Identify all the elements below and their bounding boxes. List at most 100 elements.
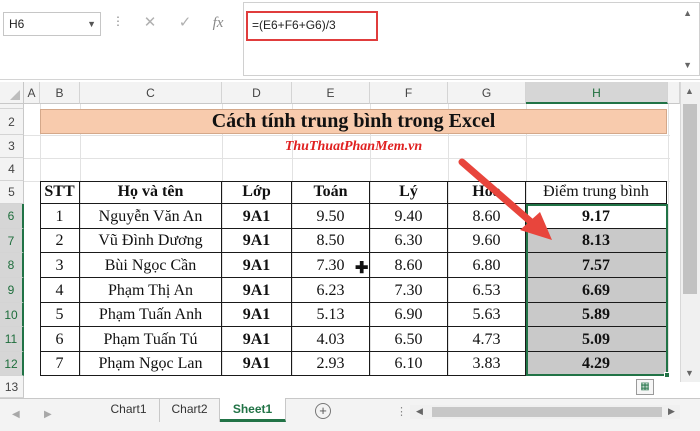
row-header-9[interactable]: 9 [0, 278, 24, 303]
cell-name[interactable]: Bùi Ngọc Cần [80, 253, 222, 278]
cell-class[interactable]: 9A1 [222, 327, 292, 352]
sheet-nav-right-icon[interactable]: ▶ [44, 409, 52, 420]
cell-physics[interactable]: 6.10 [370, 352, 448, 376]
cell-stt[interactable]: 6 [40, 327, 80, 352]
column-header-c[interactable]: C [80, 82, 222, 104]
row-header-11[interactable]: 11 [0, 327, 24, 352]
cell-physics[interactable]: 6.50 [370, 327, 448, 352]
cell-math[interactable]: 2.93 [292, 352, 370, 376]
watermark-subtitle[interactable]: ThuThuatPhanMem.vn [40, 136, 667, 158]
cell-physics[interactable]: 7.30 [370, 278, 448, 303]
cell-chemistry[interactable]: 6.80 [448, 253, 526, 278]
header-physics[interactable]: Lý [370, 181, 448, 204]
fill-handle[interactable] [664, 372, 670, 378]
quick-analysis-icon[interactable]: ▦ [636, 379, 654, 395]
chevron-down-icon[interactable]: ▼ [87, 13, 96, 35]
chevron-up-icon[interactable]: ▲ [683, 8, 692, 18]
header-chemistry[interactable]: Hóa [448, 181, 526, 204]
cell-physics[interactable]: 9.40 [370, 204, 448, 229]
cell-average[interactable]: 7.57 [526, 253, 667, 278]
cell-average[interactable]: 5.09 [526, 327, 667, 352]
scroll-down-icon[interactable]: ▼ [685, 368, 694, 378]
cell-average[interactable]: 9.17 [526, 204, 667, 229]
cell-average[interactable]: 5.89 [526, 303, 667, 327]
column-header-e[interactable]: E [292, 82, 370, 104]
cell-name[interactable]: Phạm Thị An [80, 278, 222, 303]
sheet-title[interactable]: Cách tính trung bình trong Excel [40, 109, 667, 134]
sheet-nav-left-icon[interactable]: ◀ [12, 409, 20, 420]
cell-math[interactable]: 4.03 [292, 327, 370, 352]
tab-sheet1[interactable]: Sheet1 [220, 398, 286, 422]
row-header-12[interactable]: 12 [0, 352, 24, 376]
cell-chemistry[interactable]: 6.53 [448, 278, 526, 303]
scroll-right-icon[interactable]: ▶ [668, 406, 675, 417]
header-math[interactable]: Toán [292, 181, 370, 204]
tab-splitter-icon[interactable]: ⋮ [396, 405, 407, 418]
cell-stt[interactable]: 7 [40, 352, 80, 376]
horizontal-scroll-thumb[interactable] [432, 407, 662, 417]
enter-icon[interactable]: ✓ [172, 10, 198, 36]
cell-math[interactable]: 6.23 [292, 278, 370, 303]
column-header-h[interactable]: H [526, 82, 668, 104]
cell-name[interactable]: Vũ Đình Dương [80, 229, 222, 253]
cell-chemistry[interactable]: 8.60 [448, 204, 526, 229]
row-header-6[interactable]: 6 [0, 204, 24, 229]
cell-name[interactable]: Nguyễn Văn An [80, 204, 222, 229]
tab-chart1[interactable]: Chart1 [98, 398, 160, 422]
cell-class[interactable]: 9A1 [222, 352, 292, 376]
cell-class[interactable]: 9A1 [222, 303, 292, 327]
column-header-a[interactable]: A [24, 82, 40, 104]
cell-chemistry[interactable]: 5.63 [448, 303, 526, 327]
cell-average[interactable]: 8.13 [526, 229, 667, 253]
cell-math[interactable]: 9.50 [292, 204, 370, 229]
cell-class[interactable]: 9A1 [222, 253, 292, 278]
scroll-left-icon[interactable]: ◀ [416, 406, 423, 417]
row-header-5[interactable]: 5 [0, 181, 24, 204]
add-sheet-icon[interactable]: + [315, 403, 331, 419]
chevron-down-icon[interactable]: ▼ [683, 60, 692, 70]
row-header-7[interactable]: 7 [0, 229, 24, 253]
scroll-up-icon[interactable]: ▲ [685, 86, 694, 96]
cell-stt[interactable]: 2 [40, 229, 80, 253]
header-stt[interactable]: STT [40, 181, 80, 204]
cell-name[interactable]: Phạm Ngọc Lan [80, 352, 222, 376]
cell-class[interactable]: 9A1 [222, 278, 292, 303]
row-header-3[interactable]: 3 [0, 135, 24, 158]
row-header-10[interactable]: 10 [0, 303, 24, 327]
header-class[interactable]: Lớp [222, 181, 292, 204]
cell-chemistry[interactable]: 3.83 [448, 352, 526, 376]
column-header-f[interactable]: F [370, 82, 448, 104]
cell-physics[interactable]: 6.90 [370, 303, 448, 327]
name-box[interactable]: H6 ▼ [3, 12, 101, 36]
cell-chemistry[interactable]: 9.60 [448, 229, 526, 253]
header-average[interactable]: Điểm trung bình [526, 181, 667, 204]
cell-math[interactable]: 5.13 [292, 303, 370, 327]
column-header-d[interactable]: D [222, 82, 292, 104]
cell-class[interactable]: 9A1 [222, 229, 292, 253]
cell-name[interactable]: Phạm Tuấn Anh [80, 303, 222, 327]
tab-chart2[interactable]: Chart2 [160, 398, 220, 422]
insert-function-icon[interactable]: fx [205, 10, 231, 36]
row-header-2[interactable]: 2 [0, 109, 24, 135]
column-header-b[interactable]: B [40, 82, 80, 104]
cell-chemistry[interactable]: 4.73 [448, 327, 526, 352]
cell-stt[interactable]: 4 [40, 278, 80, 303]
header-name[interactable]: Họ và tên [80, 181, 222, 204]
cancel-icon[interactable]: ✕ [137, 10, 163, 36]
cell-physics[interactable]: 6.30 [370, 229, 448, 253]
cell-average[interactable]: 6.69 [526, 278, 667, 303]
select-all-button[interactable] [0, 82, 24, 104]
cell-stt[interactable]: 5 [40, 303, 80, 327]
vertical-scroll-thumb[interactable] [683, 104, 697, 294]
row-header-4[interactable]: 4 [0, 158, 24, 181]
cell-name[interactable]: Phạm Tuấn Tú [80, 327, 222, 352]
cell-class[interactable]: 9A1 [222, 204, 292, 229]
cell-physics[interactable]: 8.60 [370, 253, 448, 278]
cell-stt[interactable]: 1 [40, 204, 80, 229]
cell-average[interactable]: 4.29 [526, 352, 667, 376]
cell-math[interactable]: 8.50 [292, 229, 370, 253]
row-header-8[interactable]: 8 [0, 253, 24, 278]
column-header-g[interactable]: G [448, 82, 526, 104]
row-header-13[interactable]: 13 [0, 376, 24, 398]
cell-stt[interactable]: 3 [40, 253, 80, 278]
